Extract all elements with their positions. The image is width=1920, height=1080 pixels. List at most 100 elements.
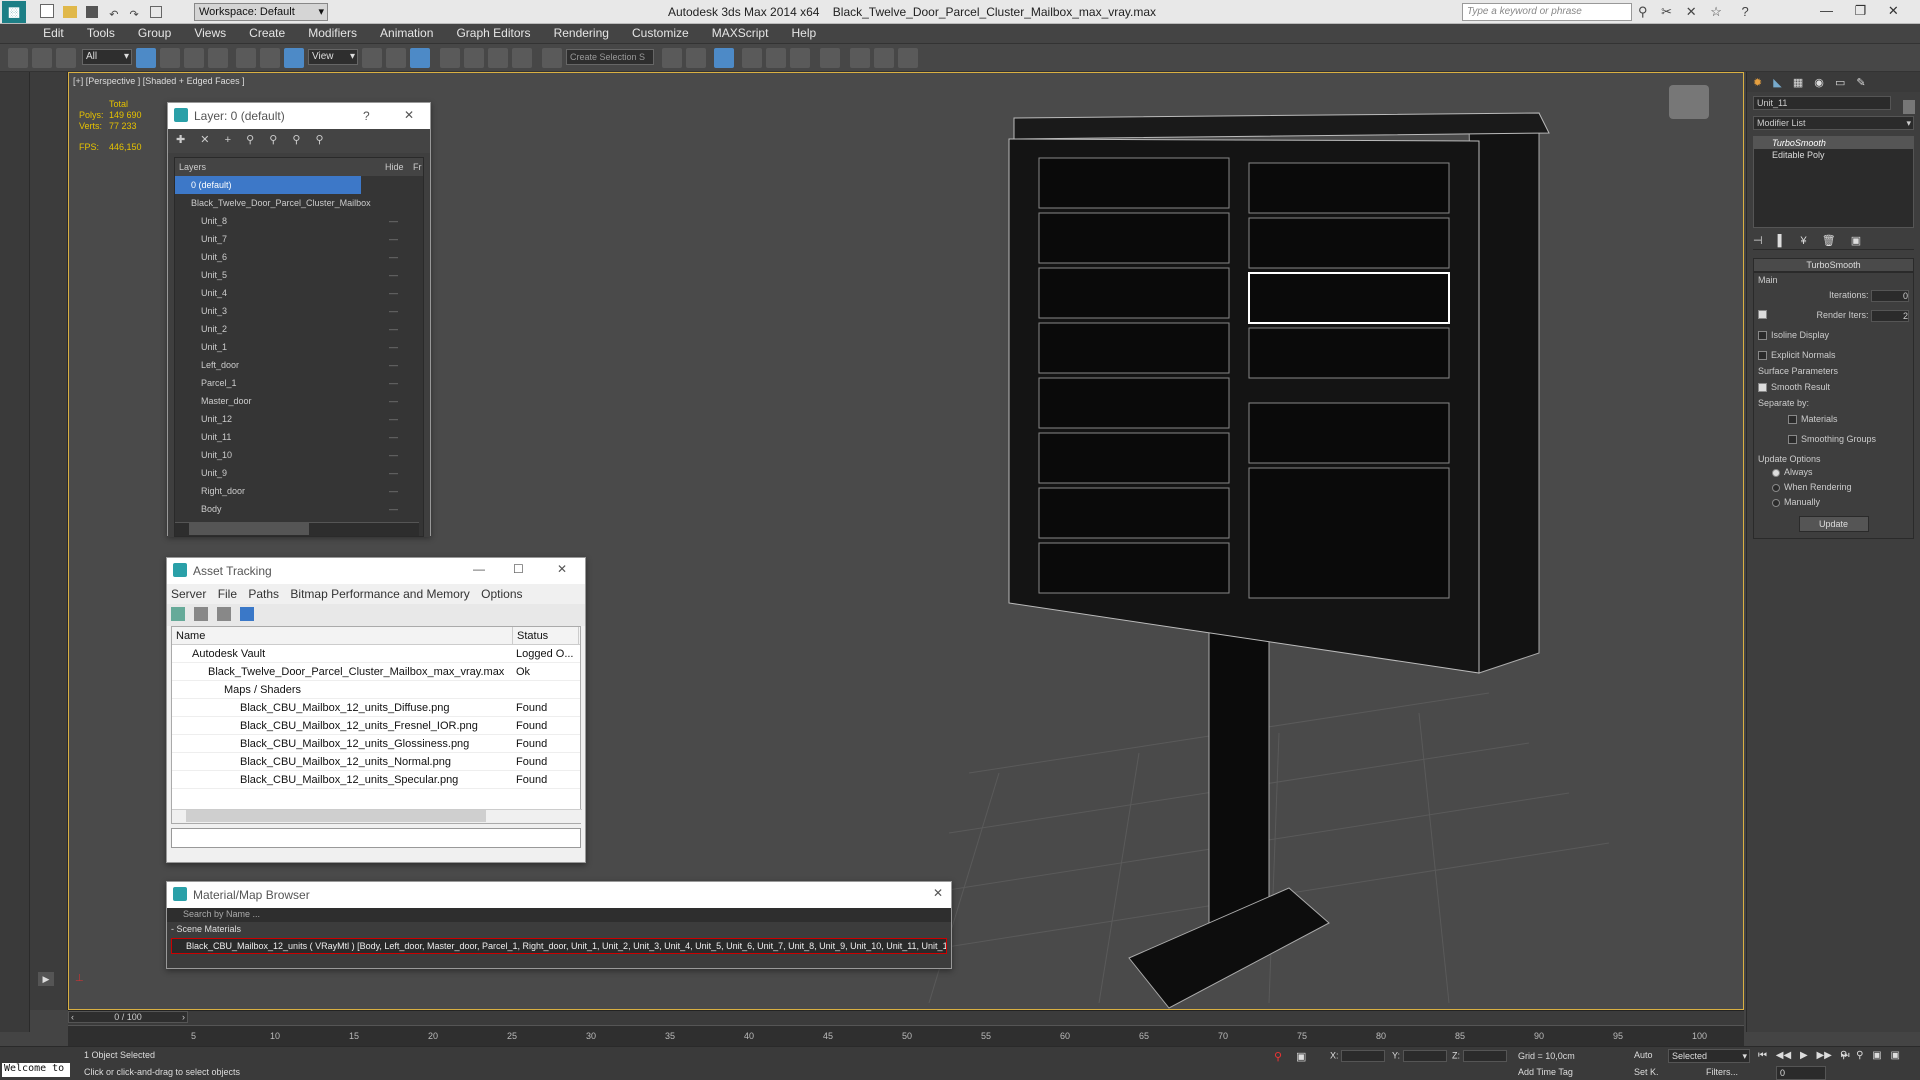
layer-object-row[interactable]: Unit_12 — bbox=[175, 410, 423, 428]
hide-toggle-icon[interactable]: — bbox=[389, 248, 398, 266]
unlink-icon[interactable] bbox=[32, 48, 52, 68]
help-icon[interactable]: ? bbox=[1742, 4, 1749, 19]
asset-row[interactable]: Black_CBU_Mailbox_12_units_Glossiness.pn… bbox=[172, 735, 580, 753]
smoothing-groups-checkbox[interactable] bbox=[1788, 435, 1797, 445]
layer-row-mailbox[interactable]: Black_Twelve_Door_Parcel_Cluster_Mailbox bbox=[175, 194, 423, 212]
refresh-icon[interactable] bbox=[171, 607, 185, 621]
make-unique-icon[interactable]: ¥ bbox=[1801, 235, 1807, 247]
key-filters-button[interactable]: Filters... bbox=[1706, 1067, 1738, 1077]
curve-editor-icon[interactable] bbox=[766, 48, 786, 68]
bind-space-warp-icon[interactable] bbox=[56, 48, 76, 68]
select-manipulate-icon[interactable] bbox=[386, 48, 406, 68]
hide-toggle-icon[interactable]: — bbox=[389, 356, 398, 374]
open-file-icon[interactable] bbox=[63, 6, 78, 18]
minimize-button[interactable]: — bbox=[473, 562, 485, 576]
current-frame-field[interactable]: 0 bbox=[1776, 1066, 1826, 1080]
detail-view-icon[interactable] bbox=[217, 607, 232, 621]
menu-graph-editors[interactable]: Graph Editors bbox=[446, 24, 540, 40]
play-icon[interactable]: ▶ bbox=[1800, 1050, 1808, 1061]
layer-object-row[interactable]: Unit_8 — bbox=[175, 212, 423, 230]
layer-object-row[interactable]: Master_door — bbox=[175, 392, 423, 410]
go-to-start-icon[interactable]: ⏮ bbox=[1758, 1050, 1767, 1061]
layer-object-row[interactable]: Unit_9 — bbox=[175, 464, 423, 482]
list-view-icon[interactable] bbox=[194, 607, 209, 621]
z-coordinate-field[interactable] bbox=[1462, 1050, 1507, 1062]
delete-layer-icon[interactable]: ✕ bbox=[200, 134, 209, 146]
asset-menu-paths[interactable]: Paths bbox=[248, 587, 279, 601]
mirror-icon[interactable] bbox=[662, 48, 682, 68]
select-link-icon[interactable] bbox=[8, 48, 28, 68]
pivot-center-icon[interactable] bbox=[362, 48, 382, 68]
layer-object-row[interactable]: Unit_11 — bbox=[175, 428, 423, 446]
asset-row[interactable]: Autodesk Vault Logged O... bbox=[172, 645, 580, 663]
undo-icon[interactable]: ↶ bbox=[109, 9, 118, 21]
iterations-spinner[interactable]: 0 bbox=[1871, 289, 1909, 302]
schematic-view-icon[interactable] bbox=[790, 48, 810, 68]
render-iters-spinner[interactable]: 2 bbox=[1871, 309, 1909, 322]
material-search-input[interactable]: Search by Name ... bbox=[167, 908, 951, 922]
column-hide[interactable]: Hide bbox=[385, 158, 404, 176]
modify-tab-icon[interactable]: ◣ bbox=[1773, 77, 1781, 89]
menu-edit[interactable]: Edit bbox=[33, 24, 74, 40]
rendered-frame-window-icon[interactable] bbox=[874, 48, 894, 68]
material-editor-icon[interactable] bbox=[820, 48, 840, 68]
communication-icon[interactable]: ✕ bbox=[1686, 4, 1697, 19]
play-panel-icon[interactable]: ▶ bbox=[38, 972, 54, 986]
column-p[interactable]: P bbox=[578, 627, 580, 644]
render-production-icon[interactable] bbox=[898, 48, 918, 68]
asset-row[interactable]: Maps / Shaders bbox=[172, 681, 580, 699]
layer-object-row[interactable]: Unit_3 — bbox=[175, 302, 423, 320]
modifier-list-dropdown[interactable]: Modifier List ▾ bbox=[1753, 116, 1914, 130]
column-layers[interactable]: Layers bbox=[179, 162, 206, 172]
render-iters-checkbox[interactable] bbox=[1758, 310, 1767, 319]
menu-rendering[interactable]: Rendering bbox=[544, 24, 619, 40]
time-slider-track[interactable]: ‹ 0 / 100 › bbox=[68, 1011, 188, 1023]
move-icon[interactable] bbox=[236, 48, 256, 68]
hide-all-icon[interactable]: ⚲ bbox=[292, 134, 300, 146]
menu-customize[interactable]: Customize bbox=[622, 24, 699, 40]
column-name[interactable]: Name bbox=[172, 630, 205, 642]
isoline-checkbox[interactable] bbox=[1758, 331, 1767, 341]
hide-toggle-icon[interactable]: — bbox=[389, 392, 398, 410]
search-input[interactable]: Type a keyword or phrase bbox=[1462, 3, 1632, 21]
auto-key-button[interactable]: Auto bbox=[1634, 1050, 1653, 1060]
layer-object-row[interactable]: Unit_6 — bbox=[175, 248, 423, 266]
reference-coordinate-dropdown[interactable]: View ▾ bbox=[308, 49, 358, 65]
select-object-icon[interactable] bbox=[136, 48, 156, 68]
hide-toggle-icon[interactable]: — bbox=[389, 464, 398, 482]
spinner-snap-icon[interactable] bbox=[512, 48, 532, 68]
menu-views[interactable]: Views bbox=[184, 24, 236, 40]
key-filter-dropdown[interactable]: Selected ▾ bbox=[1668, 1049, 1750, 1063]
materials-checkbox[interactable] bbox=[1788, 415, 1797, 425]
hide-toggle-icon[interactable]: — bbox=[389, 482, 398, 500]
horizontal-scrollbar[interactable] bbox=[175, 522, 419, 536]
next-key-icon[interactable]: ▶▶ bbox=[1816, 1050, 1831, 1061]
explicit-normals-checkbox[interactable] bbox=[1758, 351, 1767, 361]
column-status[interactable]: Status bbox=[512, 627, 548, 644]
app-logo-icon[interactable]: ▩ bbox=[2, 1, 26, 23]
create-layer-icon[interactable]: ✚ bbox=[176, 134, 185, 146]
close-button[interactable]: ✕ bbox=[933, 886, 943, 900]
render-setup-icon[interactable] bbox=[850, 48, 870, 68]
y-coordinate-field[interactable] bbox=[1402, 1050, 1447, 1062]
maximize-button[interactable]: ❐ bbox=[1855, 3, 1867, 18]
configure-sets-icon[interactable]: ▣ bbox=[1851, 235, 1861, 247]
hide-toggle-icon[interactable]: — bbox=[389, 374, 398, 392]
previous-key-icon[interactable]: ◀◀ bbox=[1776, 1050, 1791, 1061]
asset-row[interactable]: Black_CBU_Mailbox_12_units_Diffuse.png Fo… bbox=[172, 699, 580, 717]
asset-path-field[interactable] bbox=[171, 828, 581, 848]
keyboard-shortcut-icon[interactable] bbox=[410, 48, 430, 68]
align-icon[interactable] bbox=[686, 48, 706, 68]
add-to-layer-icon[interactable]: + bbox=[225, 134, 231, 146]
motion-tab-icon[interactable]: ◉ bbox=[1814, 77, 1824, 89]
edit-named-selection-icon[interactable] bbox=[542, 48, 562, 68]
hide-toggle-icon[interactable]: — bbox=[389, 302, 398, 320]
asset-row[interactable]: Black_Twelve_Door_Parcel_Cluster_Mailbox… bbox=[172, 663, 580, 681]
layer-object-row[interactable]: Unit_10 — bbox=[175, 446, 423, 464]
percent-snap-icon[interactable] bbox=[488, 48, 508, 68]
menu-group[interactable]: Group bbox=[128, 24, 181, 40]
stack-item-turbosmooth[interactable]: TurboSmooth bbox=[1754, 137, 1913, 149]
redo-icon[interactable]: ↷ bbox=[129, 9, 138, 21]
material-browser-titlebar[interactable]: Material/Map Browser ✕ bbox=[167, 882, 951, 908]
layer-object-row[interactable]: Left_door — bbox=[175, 356, 423, 374]
